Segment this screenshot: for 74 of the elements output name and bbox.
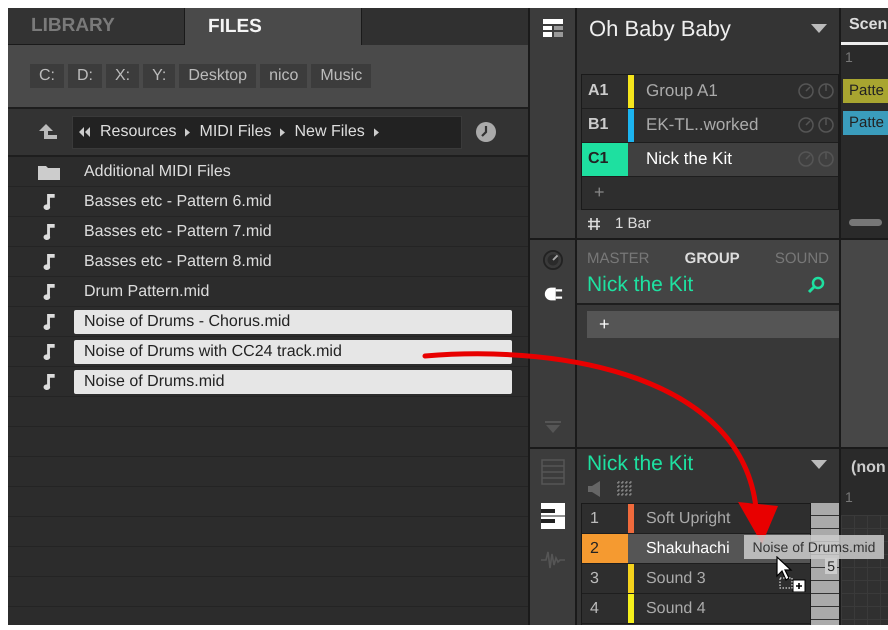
music-note-icon — [42, 253, 56, 270]
sound-slot: 2 — [582, 534, 628, 563]
location-button[interactable]: Desktop — [179, 64, 256, 88]
pattern-clip[interactable]: Patte — [843, 79, 888, 103]
hash-icon[interactable] — [587, 216, 601, 231]
up-arrow-icon[interactable] — [38, 123, 58, 141]
caret-icon[interactable] — [185, 128, 190, 136]
sound-name: Sound 3 — [646, 570, 706, 588]
file-item[interactable]: Noise of Drums - Chorus.mid — [74, 310, 512, 334]
step-number: 1 — [844, 488, 854, 507]
add-group-button[interactable]: + — [582, 181, 611, 204]
pattern-clip[interactable]: Patte — [843, 111, 888, 135]
scene-number: 1 — [844, 48, 854, 67]
cursor-icon — [776, 556, 806, 592]
add-plugin-button[interactable]: + — [587, 311, 839, 338]
location-button[interactable]: X: — [106, 64, 140, 88]
drag-tooltip: Noise of Drums.mid — [744, 535, 884, 559]
group-name: Nick the Kit — [645, 149, 733, 170]
group-name: Group A1 — [645, 81, 719, 102]
file-item[interactable]: Basses etc - Pattern 6.mid — [74, 190, 282, 214]
sound-slot: 1 — [582, 504, 628, 533]
sound-name: Sound 4 — [646, 600, 706, 618]
music-note-icon — [42, 373, 56, 390]
dropdown-caret-icon[interactable] — [811, 460, 827, 468]
scene-tab[interactable]: Scen — [841, 8, 888, 45]
path-field[interactable]: Resources MIDI Files New Files — [72, 116, 462, 148]
clock-icon[interactable] — [476, 122, 496, 142]
caret-icon[interactable] — [374, 128, 379, 136]
sound-slot: 4 — [582, 594, 628, 623]
layout-icon[interactable] — [542, 18, 562, 38]
browser-tab[interactable]: FILES — [185, 8, 362, 45]
file-item[interactable]: Noise of Drums.mid — [74, 370, 512, 394]
grid-icon[interactable] — [617, 481, 633, 497]
sound-row[interactable]: 4 Sound 4 — [582, 594, 810, 624]
file-item[interactable]: Basses etc - Pattern 8.mid — [74, 250, 282, 274]
music-note-icon — [42, 313, 56, 330]
music-note-icon — [42, 223, 56, 240]
octave-label: 5 — [825, 558, 837, 574]
group-slot: C1 — [582, 142, 628, 176]
keyboard-icon[interactable] — [540, 503, 564, 529]
location-button[interactable]: C: — [30, 64, 64, 88]
group-title: Nick the Kit — [587, 452, 694, 476]
caret-icon[interactable] — [280, 128, 286, 136]
scrollbar[interactable] — [849, 219, 882, 226]
search-icon[interactable] — [807, 276, 825, 294]
knob-icon[interactable] — [542, 250, 562, 270]
location-button[interactable]: nico — [260, 64, 308, 88]
group-slot: A1 — [582, 74, 628, 108]
pattern-length[interactable]: 1 Bar — [615, 215, 651, 232]
file-item[interactable]: Basses etc - Pattern 7.mid — [74, 220, 282, 244]
pattern-name[interactable]: (non — [841, 449, 888, 485]
music-note-icon — [42, 343, 56, 360]
location-button[interactable]: Music — [311, 64, 372, 88]
sound-name: Shakuhachi — [646, 540, 730, 558]
project-title: Oh Baby Baby — [589, 16, 731, 42]
file-item[interactable]: Additional MIDI Files — [74, 160, 241, 184]
path-segment[interactable]: New Files — [294, 123, 365, 141]
group-title: Nick the Kit — [587, 273, 694, 297]
group-name: EK-TL..worked — [645, 115, 760, 136]
control-tab[interactable]: GROUP — [684, 250, 740, 267]
dropdown-caret-icon[interactable] — [811, 24, 827, 33]
location-button[interactable]: D: — [68, 64, 102, 88]
rewind-icon[interactable] — [79, 127, 91, 137]
file-item[interactable]: Noise of Drums with CC24 track.mid — [74, 340, 512, 364]
path-segment[interactable]: Resources — [100, 123, 176, 141]
group-slot: B1 — [582, 108, 628, 142]
sound-slot: 3 — [582, 564, 628, 593]
location-button[interactable]: Y: — [143, 64, 176, 88]
folder-icon — [38, 164, 60, 180]
sound-name: Soft Upright — [646, 510, 730, 528]
file-item[interactable]: Drum Pattern.mid — [74, 280, 220, 304]
music-note-icon — [42, 283, 56, 300]
music-note-icon — [42, 193, 56, 210]
path-segment[interactable]: MIDI Files — [199, 123, 272, 141]
